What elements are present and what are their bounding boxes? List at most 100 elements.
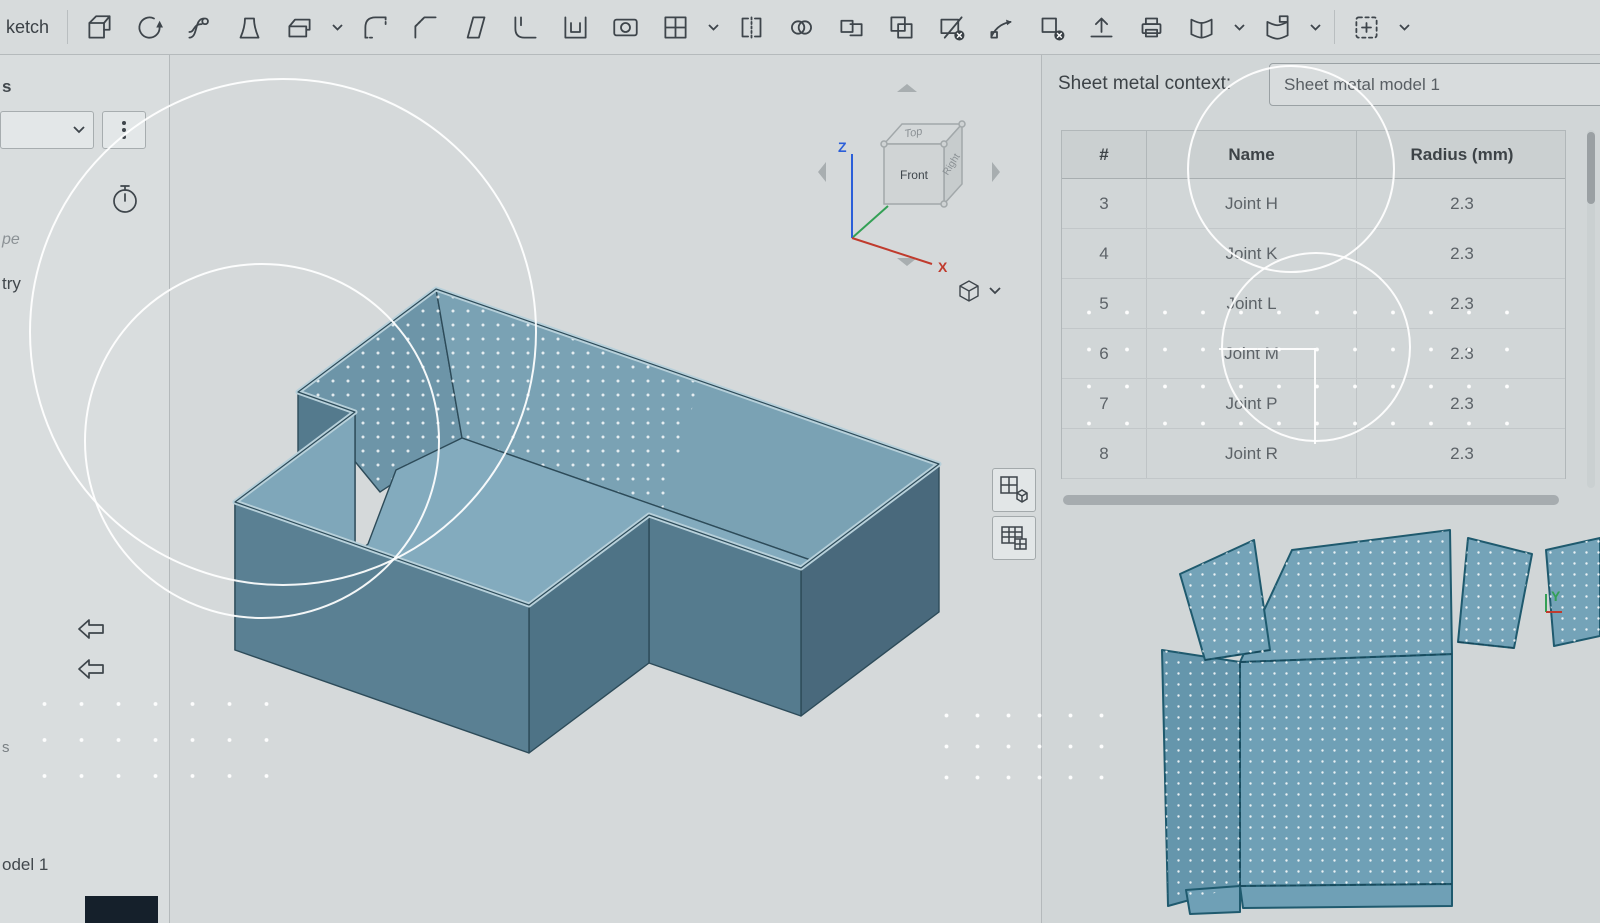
bend-table-header: # Name Radius (mm)	[1062, 131, 1565, 179]
model-item-fragment[interactable]: odel 1	[2, 855, 48, 875]
face-split-icon[interactable]	[656, 8, 694, 46]
offset-surface-icon[interactable]	[1132, 8, 1170, 46]
table-row[interactable]: 3 Joint H 2.3	[1062, 179, 1565, 229]
flat-pattern-icon[interactable]	[1258, 8, 1296, 46]
feature-filter-dropdown[interactable]	[0, 111, 94, 149]
joint-name[interactable]: Joint R	[1147, 429, 1357, 478]
row-number: 8	[1062, 429, 1147, 478]
delete-face-icon[interactable]	[1032, 8, 1070, 46]
part-face-tab-right-outer[interactable]	[529, 515, 649, 753]
fillet-icon[interactable]	[356, 8, 394, 46]
hole-icon[interactable]	[606, 8, 644, 46]
kebab-menu-icon	[121, 120, 127, 140]
flat-pattern-viewport[interactable]: Y	[1140, 515, 1600, 923]
tab-sketch-partial[interactable]: ketch	[6, 17, 55, 38]
face-split-menu-chevron-icon[interactable]	[706, 8, 720, 46]
feature-tree-panel: s pe try s odel 1	[0, 55, 170, 923]
rollback-arrow-button[interactable]	[76, 657, 106, 686]
joint-radius[interactable]: 2.3	[1357, 379, 1567, 428]
part-rim-highlight	[235, 289, 939, 605]
thicken-menu-chevron-icon[interactable]	[330, 8, 344, 46]
context-dropdown[interactable]: Sheet metal model 1	[1269, 63, 1600, 106]
part-face-front-right-outer[interactable]	[649, 515, 801, 716]
table-row[interactable]: 7 Joint P 2.3	[1062, 379, 1565, 429]
left-arrow-icon	[76, 617, 106, 641]
part-face-floor[interactable]	[250, 438, 899, 726]
rollback-timer-button[interactable]	[110, 183, 140, 220]
context-label: Sheet metal context:	[1058, 73, 1231, 95]
part-face-tab-front-outer[interactable]	[235, 502, 529, 753]
chevron-down-icon	[990, 288, 1000, 293]
flat-pattern-menu-chevron-icon[interactable]	[1308, 8, 1322, 46]
joint-name[interactable]: Joint K	[1147, 229, 1357, 278]
toolbar-separator	[67, 10, 68, 44]
joint-radius[interactable]: 2.3	[1357, 229, 1567, 278]
column-header-name: Name	[1147, 131, 1357, 178]
joint-name[interactable]: Joint L	[1147, 279, 1357, 328]
thicken-icon[interactable]	[280, 8, 318, 46]
geometry-item-fragment[interactable]: try	[2, 274, 21, 294]
rollback-arrow-button[interactable]	[76, 617, 106, 646]
rib-icon[interactable]	[506, 8, 544, 46]
sheet-metal-model-icon[interactable]	[1182, 8, 1220, 46]
bend-table-button[interactable]	[992, 516, 1036, 560]
row-number: 3	[1062, 179, 1147, 228]
part-face-left-inner-dots	[298, 289, 462, 492]
features-heading-fragment: s	[2, 77, 11, 97]
projection-dropdown[interactable]	[960, 281, 1000, 301]
joint-radius[interactable]: 2.3	[1357, 179, 1567, 228]
stopwatch-icon	[110, 183, 140, 215]
table-scrollbar-thumb[interactable]	[1587, 132, 1595, 204]
chamfer-icon[interactable]	[406, 8, 444, 46]
part-face-tab-left-outer[interactable]	[235, 412, 355, 650]
table-grid-icon	[999, 523, 1029, 553]
panel-menu-button[interactable]	[102, 111, 146, 149]
joint-name[interactable]: Joint P	[1147, 379, 1357, 428]
joint-radius[interactable]: 2.3	[1357, 329, 1567, 378]
sheet-metal-part[interactable]	[235, 289, 939, 753]
flat-view-grid-icon	[999, 475, 1029, 505]
column-header-radius: Radius (mm)	[1357, 131, 1567, 178]
extrude-icon[interactable]	[80, 8, 118, 46]
axis-x-label: X	[938, 259, 948, 275]
horizontal-scrollbar[interactable]	[1063, 495, 1559, 505]
row-number: 7	[1062, 379, 1147, 428]
insert-menu-chevron-icon[interactable]	[1397, 8, 1411, 46]
y-axis-label: Y	[1551, 588, 1561, 604]
part-face-frontleft-outer[interactable]	[298, 392, 355, 560]
replace-face-icon[interactable]	[1082, 8, 1120, 46]
chevron-down-icon	[73, 126, 85, 134]
view-cube-front-label[interactable]: Front	[900, 168, 929, 182]
part-face-back-inner[interactable]	[436, 289, 939, 591]
row-number: 6	[1062, 329, 1147, 378]
table-row[interactable]: 6 Joint M 2.3	[1062, 329, 1565, 379]
transform-icon[interactable]	[982, 8, 1020, 46]
split-icon[interactable]	[932, 8, 970, 46]
insert-new-icon[interactable]	[1347, 8, 1385, 46]
view-cube[interactable]: Z Y X Top Front Right	[810, 80, 1020, 320]
draft-icon[interactable]	[456, 8, 494, 46]
cad-workspace: Z Y X Top Front Right ketch	[0, 0, 1600, 923]
shell-icon[interactable]	[556, 8, 594, 46]
table-row[interactable]: 5 Joint L 2.3	[1062, 279, 1565, 329]
mirror-icon[interactable]	[732, 8, 770, 46]
loft-icon[interactable]	[230, 8, 268, 46]
boolean-icon[interactable]	[882, 8, 920, 46]
revolve-icon[interactable]	[130, 8, 168, 46]
linear-pattern-icon[interactable]	[832, 8, 870, 46]
part-face-left-inner[interactable]	[298, 289, 462, 492]
joint-name[interactable]: Joint M	[1147, 329, 1357, 378]
parts-item-fragment[interactable]: s	[2, 739, 10, 756]
flat-pattern-view-button[interactable]	[992, 468, 1036, 512]
sheet-metal-menu-chevron-icon[interactable]	[1232, 8, 1246, 46]
table-row[interactable]: 4 Joint K 2.3	[1062, 229, 1565, 279]
table-row[interactable]: 8 Joint R 2.3	[1062, 429, 1565, 479]
joint-radius[interactable]: 2.3	[1357, 279, 1567, 328]
column-header-number: #	[1062, 131, 1147, 178]
row-number: 4	[1062, 229, 1147, 278]
part-face-right-outer[interactable]	[801, 464, 939, 716]
joint-name[interactable]: Joint H	[1147, 179, 1357, 228]
joint-radius[interactable]: 2.3	[1357, 429, 1567, 478]
sweep-icon[interactable]	[180, 8, 218, 46]
circular-pattern-icon[interactable]	[782, 8, 820, 46]
